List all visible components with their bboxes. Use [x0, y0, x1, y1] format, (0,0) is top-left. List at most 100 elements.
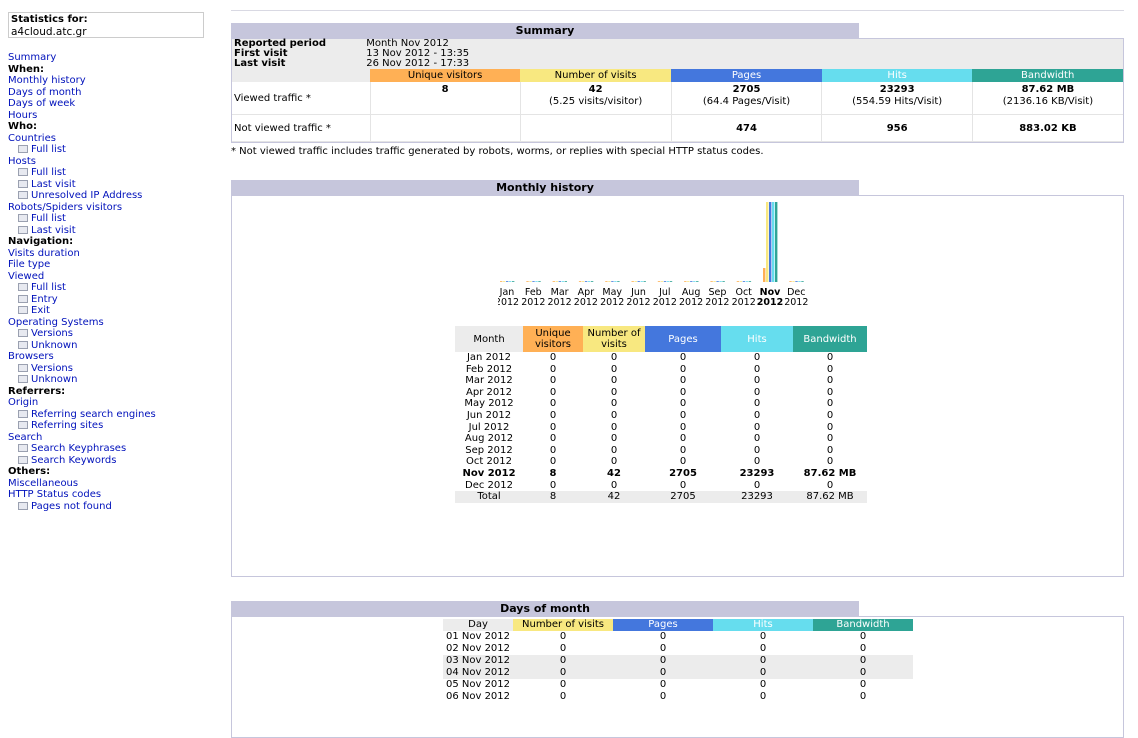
- sidebar-link-miscellaneous[interactable]: Miscellaneous: [8, 478, 78, 489]
- sidebar-link-operating-systems[interactable]: Operating Systems: [8, 317, 104, 328]
- sidebar-link-file-type[interactable]: File type: [8, 259, 50, 270]
- sidebar-link-origin[interactable]: Origin: [8, 397, 38, 408]
- cell-visits: 0: [610, 444, 618, 456]
- subitem-icon: [18, 444, 28, 452]
- bar-unique-visitors-nov: [763, 268, 766, 282]
- bar-number-of-visits-may: [608, 281, 611, 282]
- cell-month: Nov 2012: [462, 467, 516, 479]
- sidebar-link-pages-not-found[interactable]: Pages not found: [31, 501, 112, 512]
- cell-unique-visitors: 8: [523, 491, 583, 503]
- cell-unique-visitors: 0: [549, 409, 557, 421]
- last-visit-value: 26 Nov 2012 - 17:33: [364, 59, 1123, 69]
- cell-bandwidth: 0: [826, 456, 834, 468]
- table-row: Dec 2012 0 0 0 0 0: [455, 480, 867, 492]
- cell-pages: 0: [659, 643, 667, 654]
- summary-box: Reported period Month Nov 2012 First vis…: [231, 38, 1124, 143]
- traffic-note: * Not viewed traffic includes traffic ge…: [231, 146, 764, 157]
- viewed-hits: 23293 (554.59 Hits/Visit): [821, 82, 973, 115]
- sidebar-link-unknown[interactable]: Unknown: [31, 340, 77, 351]
- sidebar-link-versions[interactable]: Versions: [31, 363, 73, 374]
- cell-pages: 0: [679, 444, 687, 456]
- sidebar-item-hours: Hours: [8, 110, 208, 122]
- sidebar-link-referring-search-engines[interactable]: Referring search engines: [31, 409, 156, 420]
- bar-pages-dec: [795, 281, 798, 282]
- reported-period-value: Month Nov 2012: [364, 39, 1123, 49]
- cell-pages: 0: [659, 691, 667, 702]
- subitem-icon: [18, 306, 28, 314]
- sidebar-item-monthly-history: Monthly history: [8, 75, 208, 87]
- month-header: Month: [455, 326, 523, 352]
- sidebar-subitem-versions: Versions: [8, 363, 208, 375]
- sidebar-link-viewed[interactable]: Viewed: [8, 271, 44, 282]
- sidebar-link-full-list[interactable]: Full list: [31, 167, 66, 178]
- cell-hits: 0: [753, 421, 761, 433]
- bar-hits-aug: [693, 281, 696, 282]
- sidebar-link-search-keywords[interactable]: Search Keywords: [31, 455, 116, 466]
- sidebar-link-hours[interactable]: Hours: [8, 110, 37, 121]
- cell-hits: 0: [753, 433, 761, 445]
- tick-label-year-apr: 2012: [574, 297, 598, 308]
- sidebar-link-monthly-history[interactable]: Monthly history: [8, 75, 86, 86]
- days-header-row: Day Number of visits Pages Hits Bandwidt…: [443, 619, 913, 631]
- sidebar-item-miscellaneous: Miscellaneous: [8, 478, 208, 490]
- cell-unique-visitors: 0: [549, 433, 557, 445]
- sidebar-link-visits-duration[interactable]: Visits duration: [8, 248, 80, 259]
- sidebar-item-browsers: Browsers: [8, 351, 208, 363]
- header-pages: Pages: [671, 69, 822, 82]
- sidebar-link-unresolved-ip-address[interactable]: Unresolved IP Address: [31, 190, 142, 201]
- bar-number-of-visits-sep: [713, 281, 716, 282]
- sidebar-link-summary[interactable]: Summary: [8, 52, 56, 63]
- cell-hits: 0: [753, 375, 761, 387]
- sidebar-item-days-of-week: Days of week: [8, 98, 208, 110]
- sidebar-link-full-list[interactable]: Full list: [31, 282, 66, 293]
- sidebar-link-browsers[interactable]: Browsers: [8, 351, 54, 362]
- cell-bandwidth: 0: [859, 679, 867, 690]
- site-name: a4cloud.atc.gr: [11, 26, 87, 38]
- sidebar-link-full-list[interactable]: Full list: [31, 144, 66, 155]
- table-row: Mar 2012 0 0 0 0 0: [455, 375, 867, 387]
- cell-visits: 0: [610, 352, 618, 363]
- sidebar-link-exit[interactable]: Exit: [31, 305, 50, 316]
- sidebar-link-http-status-codes[interactable]: HTTP Status codes: [8, 489, 101, 500]
- sidebar-link-days-of-month[interactable]: Days of month: [8, 87, 81, 98]
- table-row: Jun 2012 0 0 0 0 0: [455, 410, 867, 422]
- viewed-pages: 2705 (64.4 Pages/Visit): [670, 82, 822, 115]
- tick-label-year-aug: 2012: [679, 297, 703, 308]
- cell-visits: 0: [610, 479, 618, 491]
- viewed-visits: 42 (5.25 visits/visitor): [519, 82, 672, 115]
- sidebar-subitem-search-keyphrases: Search Keyphrases: [8, 443, 208, 455]
- table-row: Feb 2012 0 0 0 0 0: [455, 364, 867, 376]
- tick-label-year-nov: 2012: [757, 297, 783, 308]
- sidebar-link-last-visit[interactable]: Last visit: [31, 179, 76, 190]
- sidebar-link-versions[interactable]: Versions: [31, 328, 73, 339]
- sidebar-link-robots-spiders-visitors[interactable]: Robots/Spiders visitors: [8, 202, 122, 213]
- not-viewed-traffic-label: Not viewed traffic *: [232, 114, 371, 142]
- sidebar-item-origin: Origin: [8, 397, 208, 409]
- sidebar-link-search-keyphrases[interactable]: Search Keyphrases: [31, 443, 126, 454]
- bar-bandwidth-mb-jun: [643, 281, 646, 282]
- cell-pages: 2705: [669, 467, 697, 479]
- cell-visits: 42: [583, 491, 645, 503]
- cell-day: 06 Nov 2012: [445, 691, 511, 702]
- sidebar-link-countries[interactable]: Countries: [8, 133, 56, 144]
- sidebar-link-entry[interactable]: Entry: [31, 294, 58, 305]
- sidebar-link-search[interactable]: Search: [8, 432, 42, 443]
- sidebar-link-referring-sites[interactable]: Referring sites: [31, 420, 103, 431]
- sidebar-link-last-visit[interactable]: Last visit: [31, 225, 76, 236]
- tick-label-year-oct: 2012: [732, 297, 756, 308]
- sidebar-item-file-type: File type: [8, 259, 208, 271]
- sidebar-item-search: Search: [8, 432, 208, 444]
- not-viewed-hits: 956: [821, 114, 973, 142]
- cell-unique-visitors: 0: [549, 363, 557, 375]
- sidebar-heading-when: When:: [8, 63, 45, 75]
- sidebar-link-hosts[interactable]: Hosts: [8, 156, 36, 167]
- summary-table: Reported period Month Nov 2012 First vis…: [232, 39, 1123, 142]
- sidebar-link-unknown[interactable]: Unknown: [31, 374, 77, 385]
- cell-day: 01 Nov 2012: [445, 631, 511, 642]
- day-visits-header: Number of visits: [513, 619, 613, 631]
- cell-day: 05 Nov 2012: [445, 679, 511, 690]
- sidebar-link-days-of-week[interactable]: Days of week: [8, 98, 75, 109]
- sidebar-link-full-list[interactable]: Full list: [31, 213, 66, 224]
- cell-month: Aug 2012: [464, 433, 514, 445]
- cell-bandwidth: 0: [826, 363, 834, 375]
